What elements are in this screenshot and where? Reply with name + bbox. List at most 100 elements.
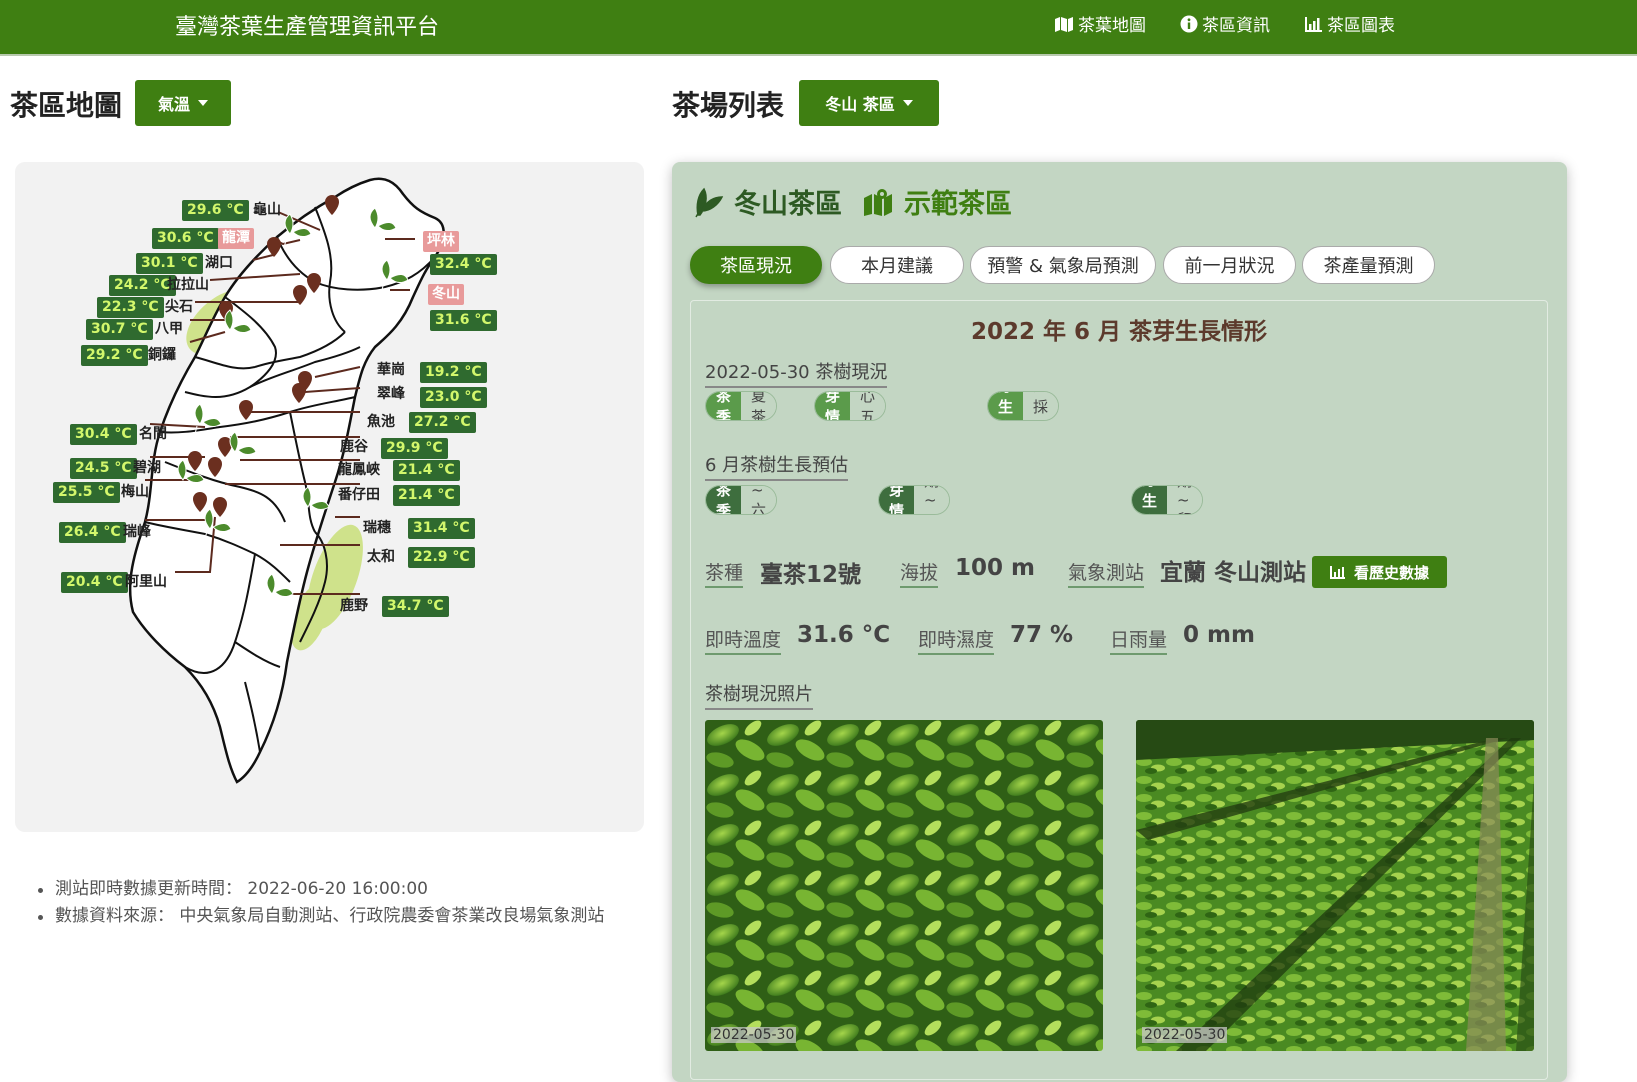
temp-label-tongluo[interactable]: 29.2 °C <box>81 345 148 366</box>
station-name-huagang: 華崗 <box>377 362 405 378</box>
nav-link-tea-map[interactable]: 茶葉地圖 <box>1054 11 1146 36</box>
tab-monthly-advice[interactable]: 本月建議 <box>830 246 964 284</box>
tea-photo-1[interactable]: 2022-05-30 <box>705 720 1103 1051</box>
station-name-meishan: 梅山 <box>121 484 149 500</box>
variety-label: 茶種 <box>705 558 744 588</box>
forecast-season-pill: 茶季夏茶 ~ 六月白 <box>705 485 778 515</box>
temp-label-meishan[interactable]: 25.5 °C <box>53 482 120 503</box>
temp-label-pinglin[interactable]: 32.4 °C <box>430 254 497 275</box>
temp-label-ruisui[interactable]: 31.4 °C <box>408 518 475 539</box>
humidity-label: 即時濕度 <box>918 625 995 655</box>
station-name-taihe: 太和 <box>367 549 395 565</box>
update-time-note: 測站即時數據更新時間： 2022-06-20 16:00:00 <box>38 876 618 903</box>
temp-label-luye[interactable]: 34.7 °C <box>382 596 449 617</box>
current-bud-pill: 茶芽情形一心五葉 <box>814 391 887 421</box>
station-name-lugu: 鹿谷 <box>340 439 368 455</box>
map-marker-icon <box>864 188 892 216</box>
bar-chart-icon <box>1329 566 1345 579</box>
area-dropdown-button[interactable]: 冬山 茶區 <box>799 80 939 126</box>
layer-dropdown-label: 氣溫 <box>157 95 190 114</box>
altitude-value: 100 m <box>955 555 1035 581</box>
current-status-label: 2022-05-30 茶樹現況 <box>705 358 888 388</box>
nav-link-label: 茶區圖表 <box>1327 16 1395 36</box>
farm-section-title: 茶場列表 <box>672 89 785 122</box>
altitude-label: 海拔 <box>900 558 939 588</box>
map-icon <box>1055 16 1073 32</box>
tea-map-card: 29.6 °C 龜山 30.6 °C 龍潭 30.1 °C 湖口 24.2 °C… <box>15 162 644 832</box>
temp-label-taihe[interactable]: 22.9 °C <box>408 547 475 568</box>
tea-leaf-icon <box>695 187 724 217</box>
station-name-tongluo: 銅鑼 <box>148 347 176 363</box>
current-growth-pill: 茶芽生育期適採期 <box>987 391 1060 421</box>
station-name-lalashan: 拉拉山 <box>167 277 209 293</box>
station-name-fanzitian: 番仔田 <box>338 487 380 503</box>
station-name-ruifeng: 瑞峰 <box>123 524 151 540</box>
history-data-button[interactable]: 看歷史數據 <box>1312 556 1447 588</box>
info-icon <box>1180 15 1198 32</box>
station-name-guishan: 龜山 <box>253 202 281 218</box>
demo-area-badge: 示範茶區 <box>904 189 1012 220</box>
tab-area-status[interactable]: 茶區現況 <box>690 246 822 284</box>
area-header: 冬山茶區 示範茶區 <box>690 182 1012 221</box>
station-name-luye: 鹿野 <box>340 598 368 614</box>
bar-chart-icon <box>1305 16 1322 32</box>
temp-label-jianshi[interactable]: 22.3 °C <box>97 297 164 318</box>
rainfall-label: 日雨量 <box>1110 625 1168 655</box>
photo-date: 2022-05-30 <box>1142 1027 1228 1043</box>
temp-value: 31.6 °C <box>797 622 891 648</box>
rainfall-value: 0 mm <box>1183 622 1255 648</box>
temp-label-guishan[interactable]: 29.6 °C <box>182 200 249 221</box>
station-name-yuchi: 魚池 <box>367 414 395 430</box>
nav-link-area-info[interactable]: 茶區資訊 <box>1180 11 1270 36</box>
map-notes: 測站即時數據更新時間： 2022-06-20 16:00:00 數據資料來源： … <box>38 876 618 930</box>
weather-station-label: 氣象測站 <box>1068 558 1145 588</box>
tea-leaves-closeup-image <box>705 720 1103 1051</box>
temp-label-hukou[interactable]: 30.1 °C <box>136 253 203 274</box>
nav-link-area-charts[interactable]: 茶區圖表 <box>1305 11 1395 36</box>
temp-label-longtan[interactable]: 30.6 °C <box>152 228 219 249</box>
temp-label-ruifeng[interactable]: 26.4 °C <box>59 522 126 543</box>
tab-yield-forecast[interactable]: 茶產量預測 <box>1302 246 1435 284</box>
station-name-longtan: 龍潭 <box>218 228 254 249</box>
station-name-bajia: 八甲 <box>155 321 183 337</box>
temp-label-alishan[interactable]: 20.4 °C <box>61 572 128 593</box>
layer-dropdown-button[interactable]: 氣溫 <box>135 80 231 126</box>
tea-photo-2[interactable]: 2022-05-30 <box>1136 720 1534 1051</box>
station-name-dongshan: 冬山 <box>428 284 464 305</box>
caret-down-icon <box>198 100 208 106</box>
temp-label-bihu[interactable]: 24.5 °C <box>70 458 137 479</box>
weather-station-value: 宜蘭 冬山測站 <box>1160 560 1307 586</box>
forecast-label: 6 月茶樹生長預估 <box>705 451 849 481</box>
nav-link-label: 茶區資訊 <box>1202 16 1270 36</box>
temp-label-bajia[interactable]: 30.7 °C <box>86 319 153 340</box>
temp-label-fanzitian[interactable]: 21.4 °C <box>393 485 460 506</box>
station-name-alishan: 阿里山 <box>125 574 167 590</box>
humidity-value: 77 % <box>1010 622 1074 648</box>
brand-title[interactable]: 臺灣茶葉生產管理資訊平台 <box>175 9 439 41</box>
tab-warning-forecast[interactable]: 預警 & 氣象局預測 <box>970 246 1156 284</box>
caret-down-icon <box>902 100 913 106</box>
temp-label-mingjian[interactable]: 30.4 °C <box>70 424 137 445</box>
area-dropdown-label: 冬山 茶區 <box>825 95 895 114</box>
area-name: 冬山茶區 <box>734 189 842 220</box>
station-name-longfengxia: 龍鳳峽 <box>338 462 380 478</box>
forecast-bud-pill: 茶芽情形未萌芽期 ~ 一心三葉 <box>878 485 951 515</box>
station-name-hukou: 湖口 <box>205 255 233 271</box>
temp-label-dongshan[interactable]: 31.6 °C <box>430 310 497 331</box>
station-name-jianshi: 尖石 <box>165 299 193 315</box>
photos-label: 茶樹現況照片 <box>705 680 813 710</box>
map-section-title: 茶區地圖 <box>10 89 123 122</box>
history-button-label: 看歷史數據 <box>1353 563 1429 582</box>
top-navbar: 臺灣茶葉生產管理資訊平台 茶葉地圖 茶區資訊 茶區圖表 <box>0 0 1637 56</box>
temp-label-lalashan[interactable]: 24.2 °C <box>109 275 176 296</box>
temp-label-cuifeng[interactable]: 23.0 °C <box>420 387 487 408</box>
current-season-pill: 茶季 夏茶 <box>705 391 778 421</box>
station-name-ruisui: 瑞穗 <box>363 520 391 536</box>
temp-label-yuchi[interactable]: 27.2 °C <box>409 412 476 433</box>
temp-label-longfengxia[interactable]: 21.4 °C <box>393 460 460 481</box>
temp-label: 即時溫度 <box>705 625 782 655</box>
tab-previous-month[interactable]: 前一月狀況 <box>1163 246 1296 284</box>
temp-label-lugu[interactable]: 29.9 °C <box>381 438 448 459</box>
temp-label-huagang[interactable]: 19.2 °C <box>420 362 487 383</box>
tea-field-rows-image <box>1136 720 1534 1051</box>
